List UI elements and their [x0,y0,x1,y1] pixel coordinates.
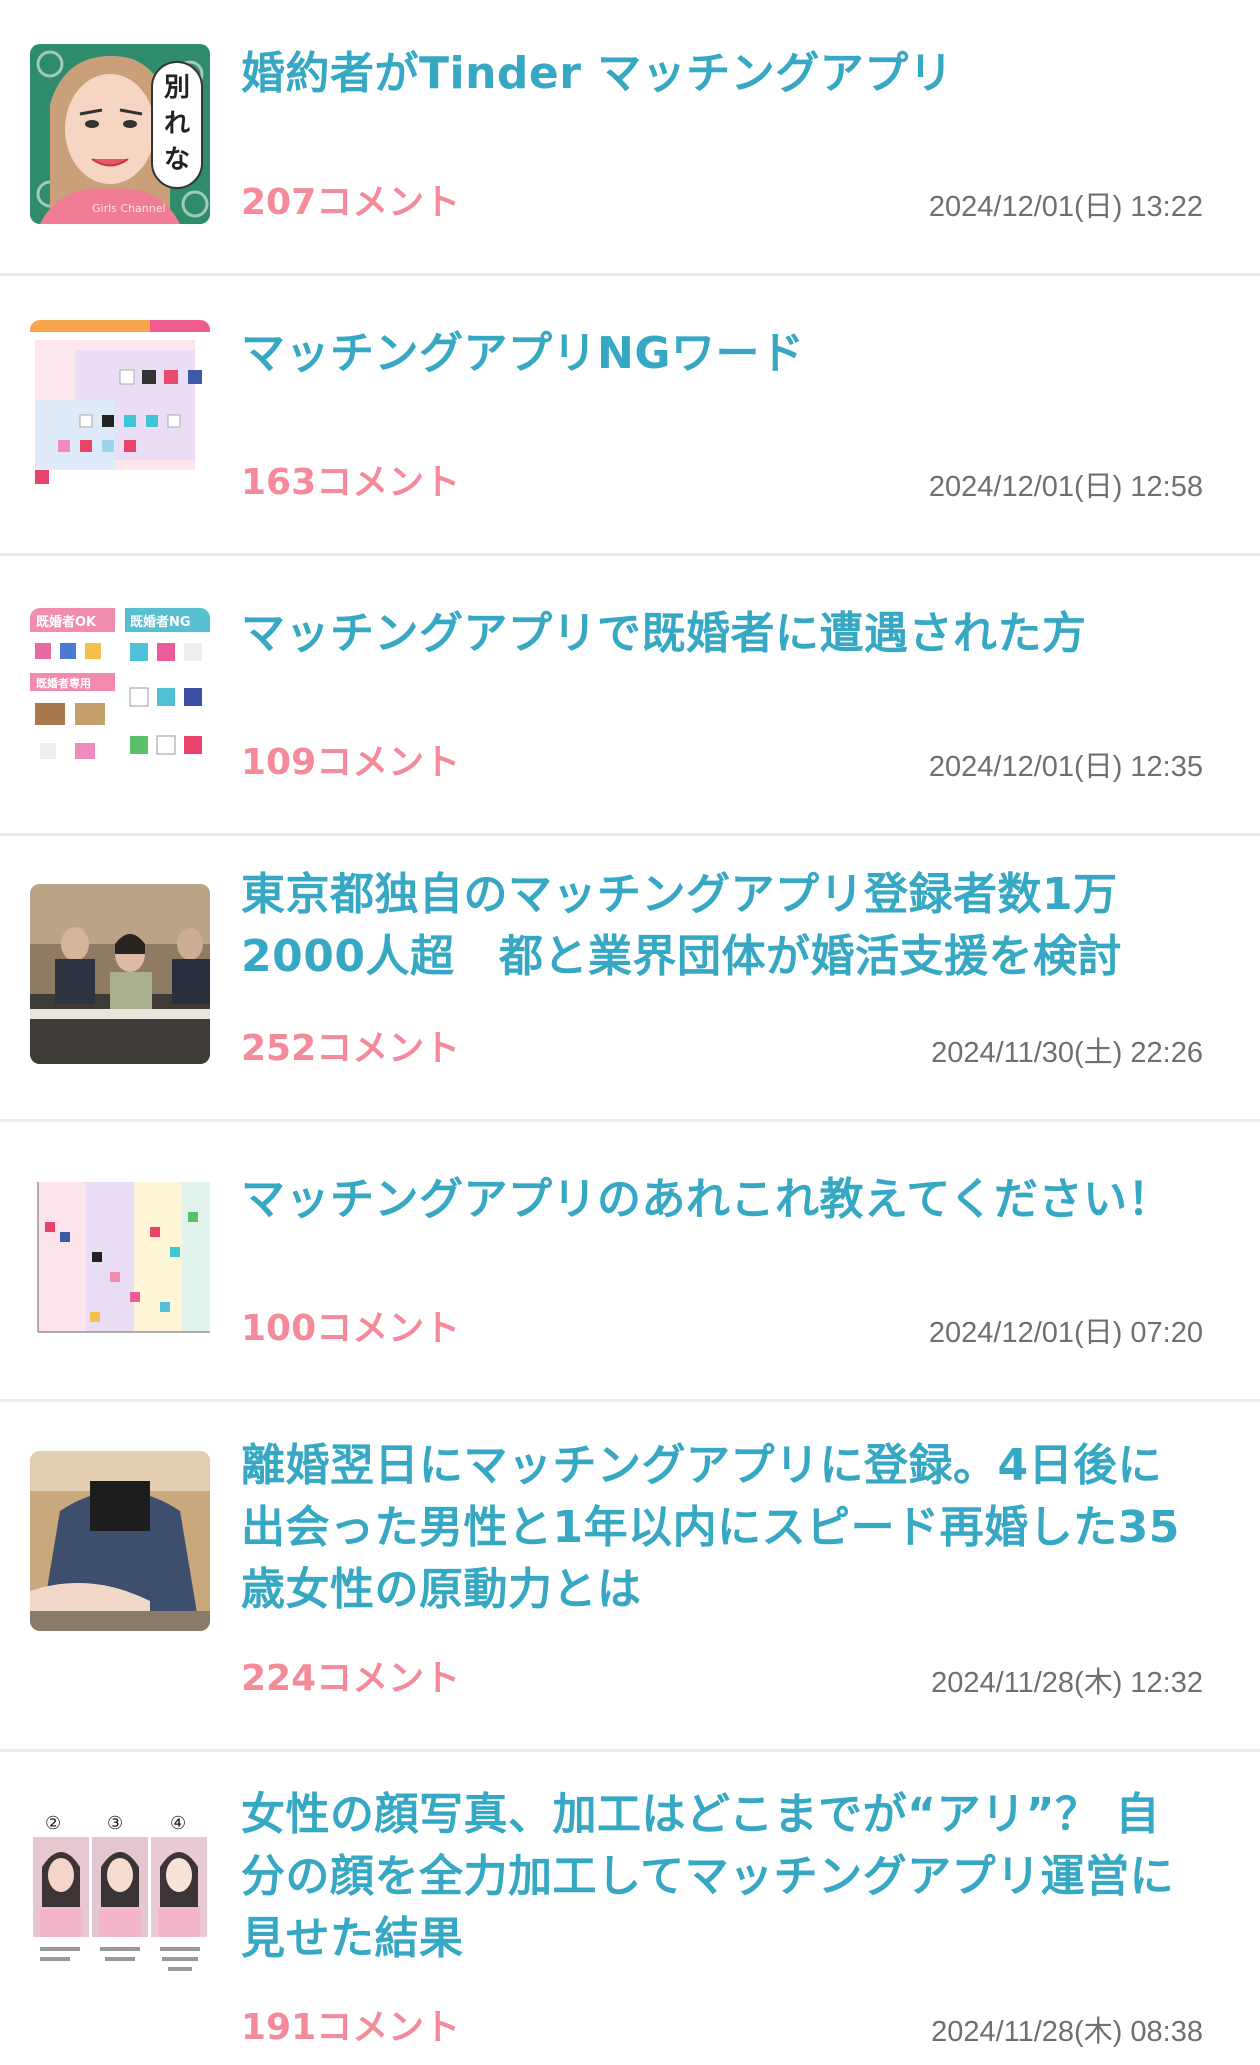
list-item[interactable]: マッチングアプリNGワード 163コメント 2024/12/01(日) 12:5… [0,276,1260,556]
comment-count: 207コメント [241,182,461,223]
comment-count: 224コメント [241,1658,461,1699]
diagram-thumbnail-image: 既婚者OK 既婚者NG 既婚者専用 [30,608,210,788]
article-date: 2024/11/28(木) 08:38 [931,2016,1203,2048]
article-title[interactable]: 東京都独自のマッチングアプリ登録者数1万2000人超 都と業界団体が婚活支援を検… [241,864,1201,988]
article-title[interactable]: マッチングアプリで既婚者に遭遇された方 [241,603,1201,665]
thumbnail-speech-char: れ [164,109,190,139]
thumbnail-label-2: ② [45,1813,61,1834]
diagram-thumbnail-image [30,320,210,500]
article-date: 2024/12/01(日) 07:20 [928,1317,1203,1349]
thumbnail-label-married: 既婚者専用 [36,676,91,690]
article-thumbnail[interactable] [30,884,210,1064]
article-date: 2024/12/01(日) 12:58 [928,471,1203,503]
article-title[interactable]: 婚約者がTinder マッチングアプリ [241,43,1201,105]
article-thumbnail[interactable]: 既婚者OK 既婚者NG 既婚者専用 [30,608,210,788]
article-title[interactable]: 女性の顔写真、加工はどこまでが“アリ”？ 自分の顔を全力加工してマッチングアプリ… [241,1784,1201,1970]
article-title[interactable]: マッチングアプリのあれこれ教えてください！ [241,1169,1201,1231]
article-thumbnail[interactable] [30,1451,210,1631]
article-thumbnail[interactable]: ② ③ ④ [30,1807,210,1987]
article-thumbnail[interactable] [30,1172,210,1352]
list-item[interactable]: 離婚翌日にマッチングアプリに登録。4日後に出会った男性と1年以内にスピード再婚し… [0,1402,1260,1752]
thumbnail-speech-char: 別 [164,73,190,103]
list-item[interactable]: マッチングアプリのあれこれ教えてください！ 100コメント 2024/12/01… [0,1122,1260,1402]
photo-thumbnail-image [30,1451,210,1631]
list-item[interactable]: 別 れ な Girls Channel 婚約者がTinder マッチングアプリ … [0,0,1260,276]
thumbnail-label-4: ④ [170,1813,186,1834]
photo-thumbnail-image [30,884,210,1064]
illustration-thumbnail-image: 別 れ な Girls Channel [30,44,210,224]
article-thumbnail[interactable] [30,320,210,500]
comment-count: 163コメント [241,462,461,503]
article-list: 別 れ な Girls Channel 婚約者がTinder マッチングアプリ … [0,0,1260,2065]
comment-count: 109コメント [241,742,461,783]
article-title[interactable]: マッチングアプリNGワード [241,323,1201,385]
comment-count: 191コメント [241,2007,461,2048]
comment-count: 100コメント [241,1308,461,1349]
list-item[interactable]: 東京都独自のマッチングアプリ登録者数1万2000人超 都と業界団体が婚活支援を検… [0,836,1260,1122]
thumbnail-label-ng: 既婚者NG [130,614,191,630]
article-date: 2024/12/01(日) 13:22 [928,191,1203,223]
thumbnail-label-3: ③ [107,1813,123,1834]
article-thumbnail[interactable]: 別 れ な Girls Channel [30,44,210,224]
thumbnail-caption: Girls Channel [92,202,166,215]
comparison-thumbnail-image: ② ③ ④ [30,1807,210,1987]
article-title[interactable]: 離婚翌日にマッチングアプリに登録。4日後に出会った男性と1年以内にスピード再婚し… [241,1435,1201,1621]
list-item[interactable]: 既婚者OK 既婚者NG 既婚者専用 マッチングアプリで既婚者に遭遇された方 10… [0,556,1260,836]
article-date: 2024/11/30(土) 22:26 [931,1037,1203,1069]
article-date: 2024/12/01(日) 12:35 [928,751,1203,783]
chart-thumbnail-image [30,1172,210,1352]
list-item[interactable]: ② ③ ④ 女性の顔写真、加工はどこまでが“アリ”？ 自分の顔を全力加工してマッ… [0,1752,1260,2065]
article-date: 2024/11/28(木) 12:32 [931,1667,1203,1699]
thumbnail-speech-char: な [164,145,190,175]
comment-count: 252コメント [241,1028,461,1069]
thumbnail-label-ok: 既婚者OK [36,614,97,630]
